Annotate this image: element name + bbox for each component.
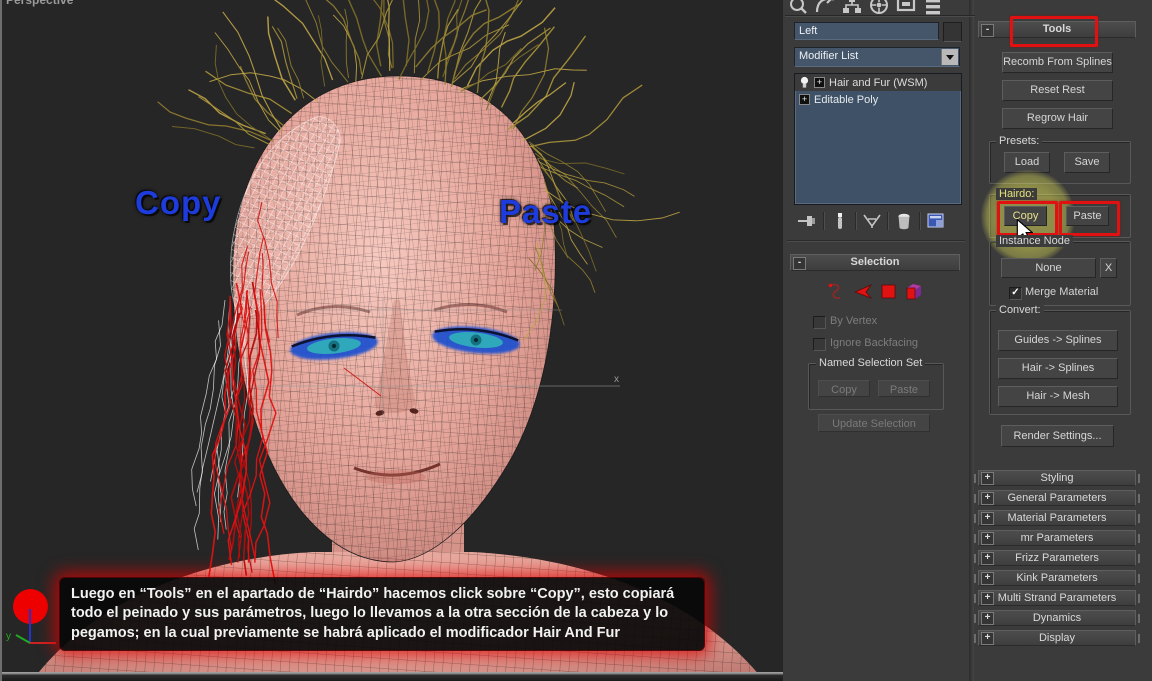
expand-icon[interactable]: + (981, 632, 994, 645)
expand-icon[interactable]: + (981, 572, 994, 585)
instance-none-button[interactable]: None (1001, 258, 1096, 278)
max-application-window: x Perspective Copy Paste y x Luego en “T… (0, 0, 1152, 681)
gizmo-y-label: y (6, 631, 11, 642)
rollout-kink-parameters[interactable]: + Kink Parameters (974, 570, 1140, 586)
element-icon[interactable] (903, 281, 925, 303)
instance-clear-button[interactable]: X (1100, 258, 1117, 278)
stack-item-label: Hair and Fur (WSM) (829, 76, 928, 89)
stack-item-editable-poly[interactable]: + Editable Poly (795, 91, 961, 108)
rollout-frizz-parameters[interactable]: + Frizz Parameters (974, 550, 1140, 566)
viewport-view-label[interactable]: Perspective (6, 0, 73, 7)
stack-item-hair-and-fur[interactable]: + Hair and Fur (WSM) (795, 74, 961, 91)
nss-paste-button[interactable]: Paste (878, 380, 930, 397)
remove-modifier-icon[interactable] (888, 210, 919, 232)
modifier-list-dropdown[interactable]: Modifier List (794, 47, 960, 67)
expand-icon[interactable]: + (799, 94, 810, 105)
stack-item-label: Editable Poly (814, 93, 879, 106)
presets-save-button[interactable]: Save (1064, 152, 1110, 173)
expand-icon[interactable]: + (981, 552, 994, 565)
rollout-general-parameters[interactable]: + General Parameters (974, 490, 1140, 506)
presets-label: Presets: (996, 135, 1043, 147)
nss-copy-button[interactable]: Copy (818, 380, 870, 397)
rollout-material-parameters[interactable]: + Material Parameters (974, 510, 1140, 526)
guides-to-splines-button[interactable]: Guides -> Splines (998, 330, 1118, 351)
ignore-backfacing-label: Ignore Backfacing (830, 337, 919, 349)
tip-icon[interactable] (853, 282, 875, 302)
named-selection-set-label: Named Selection Set (816, 357, 926, 369)
command-panel: Left Modifier List + Hair and Fur (WSM) … (783, 0, 1152, 681)
display-tab-icon[interactable] (895, 0, 917, 16)
collapse-icon[interactable]: - (981, 24, 994, 37)
hierarchy-tab-icon[interactable] (841, 0, 863, 16)
tools-highlight-box (1010, 16, 1098, 47)
construction-axis-label: x (614, 374, 619, 385)
convert-label: Convert: (996, 304, 1044, 316)
expand-icon[interactable]: + (814, 77, 825, 88)
modifier-stack[interactable]: + Hair and Fur (WSM) + Editable Poly (794, 73, 962, 205)
hair-to-mesh-button[interactable]: Hair -> Mesh (998, 386, 1118, 407)
dropdown-arrow-icon[interactable] (941, 49, 958, 65)
pin-stack-icon[interactable] (792, 210, 823, 232)
by-vertex-checkbox[interactable] (813, 316, 826, 329)
merge-material-label: Merge Material (1025, 286, 1099, 298)
ignore-backfacing-checkbox[interactable] (813, 338, 826, 351)
modifier-list-value: Modifier List (799, 50, 859, 62)
modify-tab-icon[interactable] (813, 0, 835, 16)
panel-divider (787, 240, 965, 241)
configure-modifier-sets-icon[interactable] (920, 210, 951, 232)
rollout-multi-strand-parameters[interactable]: + Multi Strand Parameters (974, 590, 1140, 606)
create-tab-icon[interactable] (787, 0, 809, 16)
show-end-result-icon[interactable] (824, 210, 855, 232)
paste-highlight-box (1059, 201, 1120, 236)
selection-rollout-title: Selection (850, 256, 900, 268)
collapse-icon[interactable]: - (793, 257, 806, 270)
update-selection-button[interactable]: Update Selection (818, 414, 930, 432)
object-color-swatch[interactable] (943, 22, 962, 42)
instance-node-label: Instance Node (996, 235, 1073, 247)
guides-icon[interactable] (825, 281, 847, 303)
expand-icon[interactable]: + (981, 532, 994, 545)
copy-annotation: Copy (135, 184, 222, 221)
expand-icon[interactable]: + (981, 592, 994, 605)
regrow-hair-button[interactable]: Regrow Hair (1002, 108, 1113, 129)
motion-tab-icon[interactable] (868, 0, 890, 16)
rollout-dynamics[interactable]: + Dynamics (974, 610, 1140, 626)
face-icon[interactable] (880, 283, 898, 301)
selection-rollout-header[interactable]: - Selection (790, 254, 960, 271)
paste-annotation: Paste (499, 193, 593, 230)
stack-toolbar (792, 209, 960, 233)
expand-icon[interactable]: + (981, 512, 994, 525)
reset-rest-button[interactable]: Reset Rest (1002, 80, 1113, 101)
lightbulb-icon[interactable] (799, 76, 810, 89)
hairdo-label: Hairdo: (996, 188, 1038, 200)
render-settings-button[interactable]: Render Settings... (1001, 425, 1114, 447)
presets-load-button[interactable]: Load (1004, 152, 1050, 173)
expand-icon[interactable]: + (981, 472, 994, 485)
viewport-bottom-border (2, 672, 783, 681)
hair-to-splines-button[interactable]: Hair -> Splines (998, 358, 1118, 379)
viewport-3d[interactable]: x Perspective Copy Paste y x Luego en “T… (0, 0, 783, 681)
object-name-field[interactable]: Left (794, 22, 939, 40)
merge-material-checkbox[interactable]: ✓ (1009, 287, 1022, 300)
make-unique-icon[interactable] (856, 210, 887, 232)
recomb-from-splines-button[interactable]: Recomb From Splines (1002, 52, 1113, 73)
expand-icon[interactable]: + (981, 612, 994, 625)
rollout-display[interactable]: + Display (974, 630, 1140, 646)
utilities-tab-icon[interactable] (922, 0, 944, 16)
expand-icon[interactable]: + (981, 492, 994, 505)
rollout-styling[interactable]: + Styling (974, 470, 1140, 486)
command-panel-tabs (785, 0, 975, 16)
by-vertex-label: By Vertex (830, 315, 878, 327)
rollout-mr-parameters[interactable]: + mr Parameters (974, 530, 1140, 546)
tutorial-caption: Luego en “Tools” en el apartado de “Hair… (59, 577, 705, 651)
